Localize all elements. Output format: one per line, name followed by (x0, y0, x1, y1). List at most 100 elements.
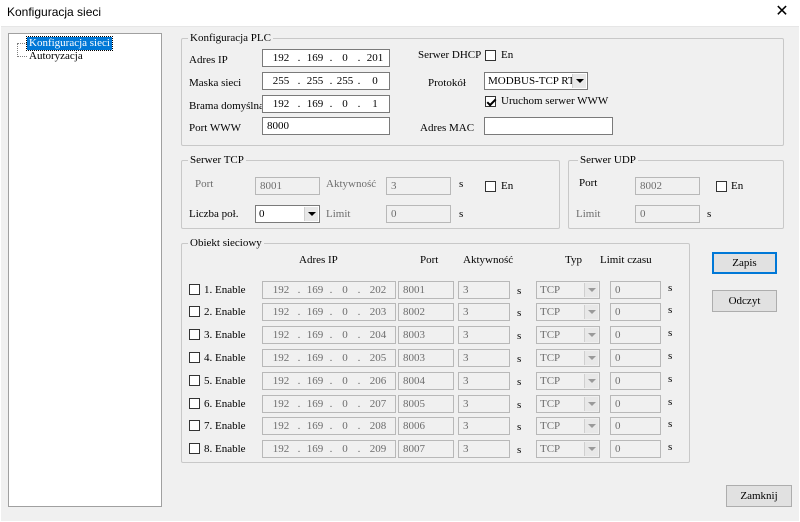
row-enable-checkbox[interactable] (189, 284, 200, 295)
row-activity-field[interactable]: 3 (458, 417, 510, 435)
save-button[interactable]: Zapis (712, 252, 777, 274)
row-port-field[interactable]: 8006 (398, 417, 454, 435)
ip-octet: 201 (366, 52, 384, 64)
row-ip-field[interactable]: 192 . 169 . 0 . 206 (262, 372, 396, 390)
dhcp-checkbox[interactable] (485, 50, 496, 61)
row-enable-checkbox[interactable] (189, 398, 200, 409)
ip-octet: 192 (272, 306, 290, 318)
row-activity-field[interactable]: 3 (458, 395, 510, 413)
chevron-down-icon[interactable] (584, 442, 598, 456)
tcp-limit-field[interactable]: 0 (386, 205, 451, 223)
row-timeout-unit: s (668, 304, 673, 316)
row-timeout-field[interactable]: 0 (610, 281, 661, 299)
read-button[interactable]: Odczyt (712, 290, 777, 312)
chevron-down-icon[interactable] (304, 207, 318, 221)
tcp-activity-field[interactable]: 3 (386, 177, 451, 195)
row-activity-field[interactable]: 3 (458, 281, 510, 299)
udp-port-field[interactable]: 8002 (635, 177, 700, 195)
row-enable-checkbox[interactable] (189, 352, 200, 363)
tree-item-network-config[interactable]: Konfiguracja sieci (26, 36, 113, 51)
row-enable-checkbox[interactable] (189, 420, 200, 431)
row-ip-field[interactable]: 192 . 169 . 0 . 208 (262, 417, 396, 435)
chevron-down-icon[interactable] (584, 374, 598, 388)
row-ip-field[interactable]: 192 . 169 . 0 . 203 (262, 303, 396, 321)
row-ip-field[interactable]: 192 . 169 . 0 . 204 (262, 326, 396, 344)
chevron-down-icon[interactable] (584, 397, 598, 411)
tcp-port-field[interactable]: 8001 (255, 177, 320, 195)
window-title: Konfiguracja sieci (7, 5, 102, 19)
row-activity-field[interactable]: 3 (458, 372, 510, 390)
udp-enable-checkbox[interactable] (716, 181, 727, 192)
row-type-value: TCP (540, 306, 561, 318)
row-enable-checkbox[interactable] (189, 306, 200, 317)
row-type-select[interactable]: TCP (536, 417, 600, 435)
ip-octet: 255 (336, 75, 354, 87)
ip-octet: 205 (369, 352, 387, 364)
www-server-checkbox[interactable] (485, 96, 496, 107)
protocol-select[interactable]: MODBUS-TCP RTU (484, 72, 588, 90)
plc-gateway-field[interactable]: 192 . 169 . 0 . 1 (262, 95, 390, 113)
tcp-count-select[interactable]: 0 (255, 205, 320, 223)
row-timeout-field[interactable]: 0 (610, 326, 661, 344)
row-port-field[interactable]: 8002 (398, 303, 454, 321)
row-ip-field[interactable]: 192 . 169 . 0 . 207 (262, 395, 396, 413)
row-port-field[interactable]: 8003 (398, 326, 454, 344)
ip-octet: 202 (369, 284, 387, 296)
row-ip-field[interactable]: 192 . 169 . 0 . 205 (262, 349, 396, 367)
chevron-down-icon[interactable] (584, 351, 598, 365)
chevron-down-icon[interactable] (584, 419, 598, 433)
row-timeout-field[interactable]: 0 (610, 395, 661, 413)
close-icon[interactable]: ✕ (772, 2, 792, 22)
chevron-down-icon[interactable] (584, 305, 598, 319)
row-port-field[interactable]: 8005 (398, 395, 454, 413)
chevron-down-icon[interactable] (584, 283, 598, 297)
chevron-down-icon[interactable] (584, 328, 598, 342)
row-activity-field[interactable]: 3 (458, 326, 510, 344)
row-type-select[interactable]: TCP (536, 372, 600, 390)
row-enable-checkbox[interactable] (189, 329, 200, 340)
mac-field[interactable] (484, 117, 613, 135)
row-port-field[interactable]: 8001 (398, 281, 454, 299)
plc-mask-field[interactable]: 255 . 255 . 255 . 0 (262, 72, 390, 90)
ip-octet: 0 (342, 443, 348, 455)
ip-octet: 169 (306, 52, 324, 64)
ip-octet: 192 (272, 420, 290, 432)
row-timeout-field[interactable]: 0 (610, 349, 661, 367)
www-port-field[interactable]: 8000 (262, 117, 390, 135)
row-type-select[interactable]: TCP (536, 349, 600, 367)
row-timeout-field[interactable]: 0 (610, 372, 661, 390)
row-ip-field[interactable]: 192 . 169 . 0 . 202 (262, 281, 396, 299)
row-type-select[interactable]: TCP (536, 303, 600, 321)
row-timeout-field[interactable]: 0 (610, 303, 661, 321)
row-enable-checkbox[interactable] (189, 443, 200, 454)
ip-octet: 0 (342, 352, 348, 364)
row-type-select[interactable]: TCP (536, 395, 600, 413)
row-enable-checkbox[interactable] (189, 375, 200, 386)
row-activity-unit: s (517, 399, 522, 411)
row-type-select[interactable]: TCP (536, 281, 600, 299)
row-activity-field[interactable]: 3 (458, 349, 510, 367)
close-button[interactable]: Zamknij (726, 485, 792, 507)
row-port-field[interactable]: 8003 (398, 349, 454, 367)
chevron-down-icon[interactable] (572, 74, 586, 88)
row-timeout-unit: s (668, 441, 673, 453)
tcp-enable-checkbox[interactable] (485, 181, 496, 192)
row-ip-field[interactable]: 192 . 169 . 0 . 209 (262, 440, 396, 458)
row-port-field[interactable]: 8007 (398, 440, 454, 458)
udp-limit-field[interactable]: 0 (635, 205, 700, 223)
row-timeout-field[interactable]: 0 (610, 417, 661, 435)
plc-ip-field[interactable]: 192 . 169 . 0 . 201 (262, 49, 390, 67)
row-type-select[interactable]: TCP (536, 326, 600, 344)
row-port-field[interactable]: 8004 (398, 372, 454, 390)
row-timeout-field[interactable]: 0 (610, 440, 661, 458)
ip-dot: . (329, 52, 333, 64)
row-activity-field[interactable]: 3 (458, 303, 510, 321)
row-type-select[interactable]: TCP (536, 440, 600, 458)
row-type-value: TCP (540, 329, 561, 341)
ip-octet: 192 (272, 352, 290, 364)
row-activity-field[interactable]: 3 (458, 440, 510, 458)
tree-item-authorization[interactable]: Autoryzacja (27, 50, 85, 63)
tcp-activity-label: Aktywność (326, 178, 377, 190)
settings-tree[interactable]: Konfiguracja sieci Autoryzacja (8, 33, 162, 507)
www-server-label: Uruchom serwer WWW (501, 95, 609, 107)
